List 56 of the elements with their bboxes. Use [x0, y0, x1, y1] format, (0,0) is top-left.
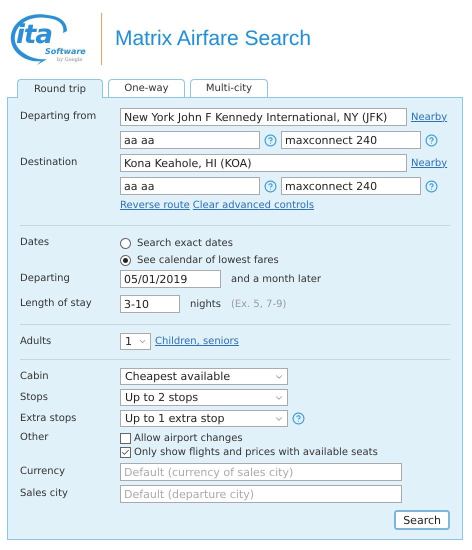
date-note: and a month later — [231, 274, 322, 284]
date-option[interactable]: See calendar of lowest fares — [120, 252, 450, 268]
checkbox[interactable] — [120, 446, 131, 458]
trip-tab[interactable]: Multi-city — [190, 79, 268, 97]
field-label: Other — [20, 431, 50, 443]
caret-icon — [138, 337, 147, 346]
option-text: Only show flights and prices with available seats — [134, 446, 378, 458]
routing-field[interactable]: aa aa — [120, 177, 260, 195]
date-field[interactable]: 05/01/2019 — [120, 270, 221, 288]
field-label: Adults — [20, 335, 52, 347]
help-icon[interactable] — [292, 412, 305, 425]
field-label: Stops — [20, 391, 49, 403]
field-label: Sales city — [20, 487, 69, 499]
passengers-link[interactable]: Children, seniors — [155, 336, 239, 347]
airport-field[interactable]: Kona Keahole, HI (KOA) — [120, 154, 407, 172]
option-dropdown[interactable]: Cheapest available — [120, 368, 288, 385]
checkbox[interactable] — [120, 432, 131, 444]
date-option[interactable]: Search exact dates — [120, 235, 450, 251]
radio-button[interactable] — [120, 254, 131, 266]
trip-tab[interactable]: One-way — [108, 79, 185, 97]
extension-field[interactable]: maxconnect 240 — [281, 177, 421, 195]
help-icon[interactable] — [425, 180, 438, 192]
nearby-link[interactable]: Nearby — [411, 158, 448, 168]
routing-field[interactable]: aa aa — [120, 131, 260, 149]
field-label: Length of stay — [20, 297, 93, 309]
field-label: Dates — [20, 236, 50, 248]
nearby-link[interactable]: Nearby — [411, 112, 448, 122]
search-button[interactable]: Search — [394, 510, 450, 530]
text-field[interactable]: Default (currency of sales city) — [120, 463, 402, 481]
logo-subtitle: Software — [45, 47, 86, 56]
field-label: Cabin — [20, 370, 50, 382]
text-field[interactable]: Default (departure city) — [120, 485, 402, 503]
route-link[interactable]: Reverse route — [120, 200, 190, 211]
field-label: Currency — [20, 465, 66, 477]
field-label: Departing from — [20, 110, 98, 122]
help-icon[interactable] — [264, 134, 277, 146]
airport-field[interactable]: New York John F Kennedy International, NY (JFK) — [120, 108, 407, 126]
option-text: Search exact dates — [137, 238, 233, 248]
option-dropdown[interactable]: Up to 1 extra stop — [120, 410, 288, 427]
field-label: Extra stops — [20, 412, 78, 424]
option-dropdown[interactable]: Up to 2 stops — [120, 389, 288, 406]
trip-tab[interactable]: Round trip — [17, 79, 103, 98]
nights-text: nights — [190, 298, 221, 310]
field-label: Departing — [20, 272, 71, 284]
option-text: Allow airport changes — [134, 432, 243, 444]
option-text: See calendar of lowest fares — [137, 254, 279, 266]
example-text: (Ex. 5, 7-9) — [230, 298, 286, 310]
extension-field[interactable]: maxconnect 240 — [281, 131, 421, 149]
field-label: Destination — [20, 156, 78, 168]
adults-dropdown[interactable]: 1 — [120, 333, 151, 350]
route-link[interactable]: Clear advanced controls — [192, 200, 314, 211]
radio-button[interactable] — [120, 238, 131, 248]
page-title: Matrix Airfare Search — [115, 27, 312, 51]
help-icon[interactable] — [425, 134, 438, 146]
stay-field[interactable]: 3-10 — [120, 295, 180, 313]
help-icon[interactable] — [264, 180, 277, 192]
